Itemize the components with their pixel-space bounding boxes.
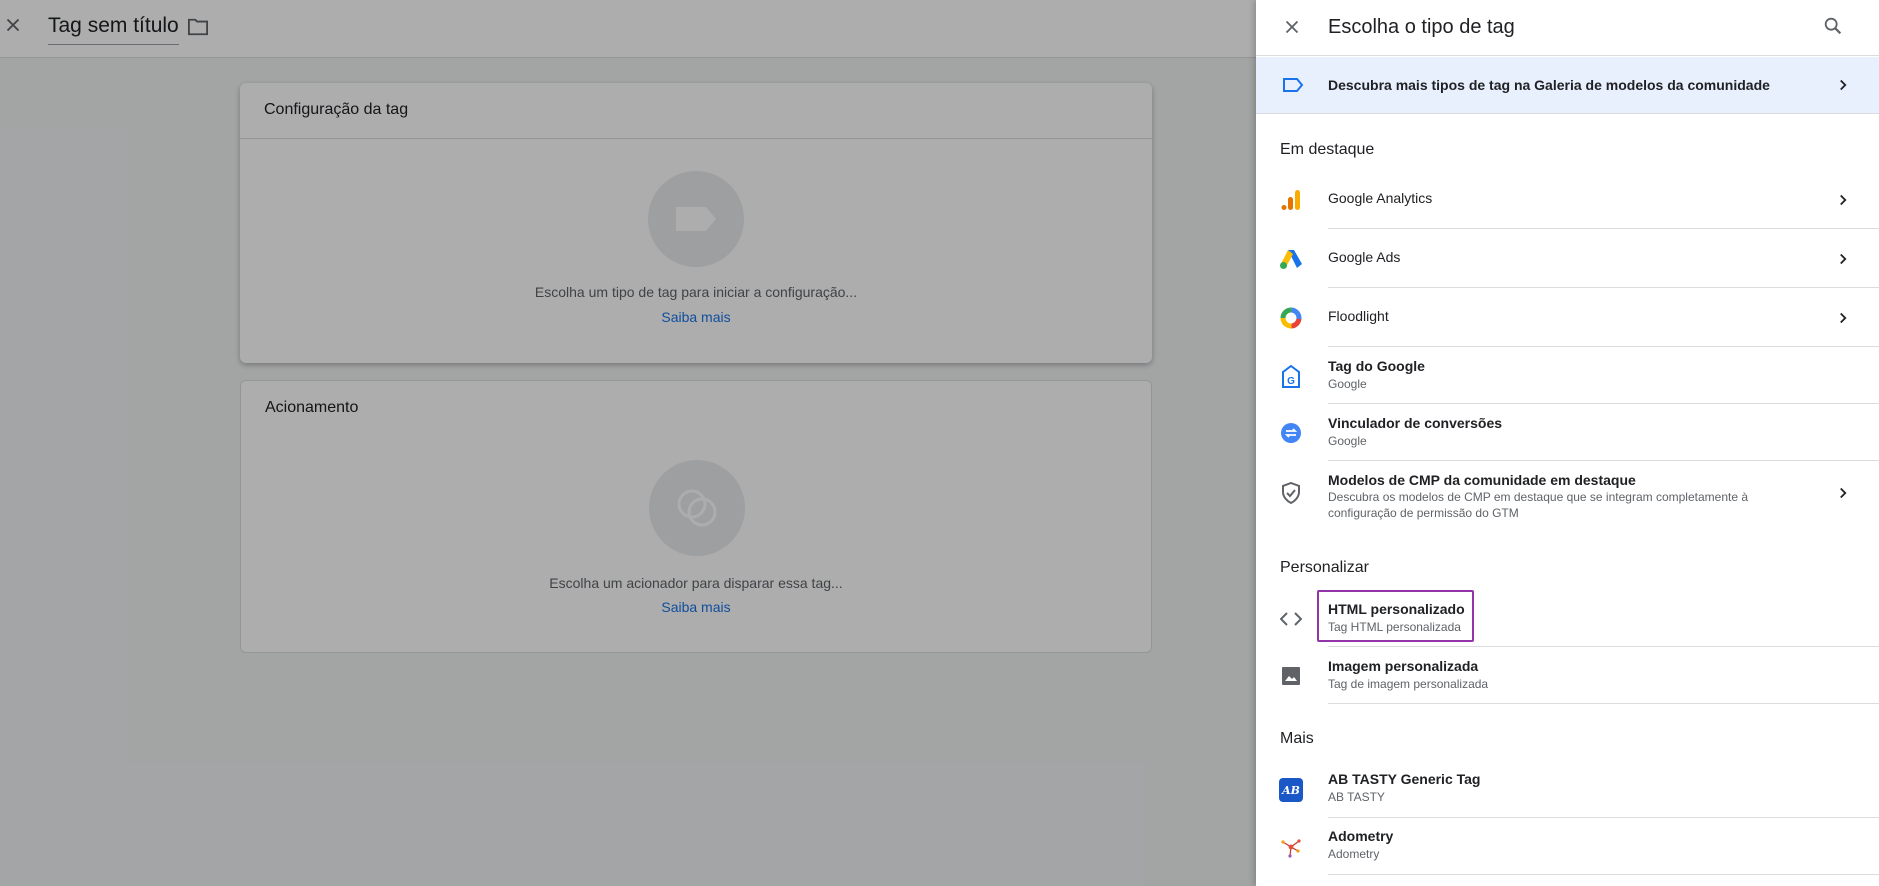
row-subtitle: AB TASTY [1328,790,1385,804]
divider [1328,703,1879,704]
panel-header: Escolha o tipo de tag [1256,0,1879,56]
section-custom: Personalizar [1280,559,1369,576]
row-title: Imagem personalizada [1328,658,1479,674]
shield-check-icon [1278,480,1304,506]
community-gallery-banner[interactable]: Descubra mais tipos de tag na Galeria de… [1256,57,1879,114]
image-icon [1278,663,1304,689]
tag-outline-icon [1283,78,1304,92]
row-subtitle: Tag de imagem personalizada [1328,677,1489,691]
tag-type-custom-image[interactable]: Imagem personalizada Tag de imagem perso… [1256,647,1879,704]
conversion-linker-icon [1278,420,1304,446]
chevron-right-icon [1840,194,1847,206]
selection-highlight [1317,590,1474,642]
row-subtitle: Google [1328,434,1367,448]
adometry-icon [1278,834,1304,860]
row-title: AB TASTY Generic Tag [1328,771,1481,787]
row-title: Adometry [1328,828,1394,844]
row-subtitle: Google [1328,377,1367,391]
ab-tasty-logo: AB [1279,778,1303,802]
floodlight-icon [1278,305,1304,331]
tag-type-google-analytics[interactable]: Google Analytics [1256,171,1879,229]
tag-type-ab-tasty[interactable]: AB AB TASTY Generic Tag AB TASTY [1256,761,1879,818]
row-title: Google Analytics [1328,190,1433,206]
banner-text: Descubra mais tipos de tag na Galeria de… [1328,77,1770,93]
chevron-right-icon [1840,312,1847,324]
ab-tasty-icon: AB [1278,777,1304,803]
google-analytics-icon [1278,187,1304,213]
code-icon [1278,606,1304,632]
svg-text:G: G [1287,376,1295,387]
tag-type-panel: Escolha o tipo de tag Descubra mais tipo… [1256,0,1879,886]
google-tag-icon: G [1278,364,1304,390]
panel-title: Escolha o tipo de tag [1328,16,1515,38]
search-icon[interactable] [1822,15,1844,37]
tag-type-conversion-linker[interactable]: Vinculador de conversões Google [1256,404,1879,461]
tag-type-google-ads[interactable]: Google Ads [1256,229,1879,288]
tag-type-floodlight[interactable]: Floodlight [1256,288,1879,347]
chevron-right-icon [1840,79,1847,91]
tag-type-google-tag[interactable]: G Tag do Google Google [1256,347,1879,404]
row-title: Vinculador de conversões [1328,415,1503,431]
google-ads-icon [1278,246,1304,272]
section-featured: Em destaque [1280,141,1375,158]
row-title: Tag do Google [1328,358,1425,374]
close-icon[interactable] [1281,16,1303,38]
tag-type-adometry[interactable]: Adometry Adometry [1256,818,1879,875]
section-more: Mais [1280,730,1314,747]
row-title: Floodlight [1328,308,1389,324]
row-title: Modelos de CMP da comunidade em destaque [1328,472,1636,488]
chevron-right-icon [1840,487,1847,499]
row-subtitle-line2: configuração de permissão do GTM [1328,506,1519,520]
divider [1328,874,1879,875]
tag-type-cmp-templates[interactable]: Modelos de CMP da comunidade em destaque… [1256,461,1879,526]
modal-scrim[interactable] [0,0,1256,886]
chevron-right-icon [1840,253,1847,265]
row-subtitle: Adometry [1328,847,1380,861]
row-title: Google Ads [1328,249,1401,265]
row-subtitle: Descubra os modelos de CMP em destaque q… [1328,490,1749,504]
